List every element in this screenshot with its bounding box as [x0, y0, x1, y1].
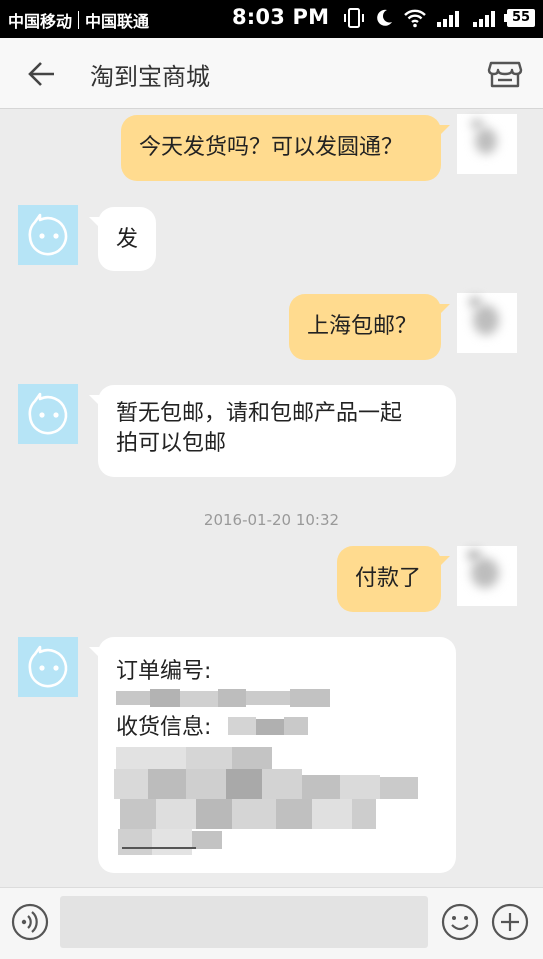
carrier-name-2: 中国联通	[85, 12, 150, 31]
signal-icon	[473, 11, 495, 27]
voice-button[interactable]	[10, 902, 50, 942]
shop-avatar[interactable]	[18, 384, 78, 444]
voice-icon	[11, 903, 49, 941]
chat-message-list[interactable]: 今天发货吗？可以发圆通？ 发 上海包邮？ 暂无包邮，请和包邮产品一起 拍可以包邮…	[0, 109, 543, 887]
status-bar: 中国移动 中国联通 8:03 PM 55	[0, 0, 543, 38]
wifi-icon	[404, 9, 426, 28]
vibrate-icon	[344, 8, 364, 28]
shop-message-bubble[interactable]: 暂无包邮，请和包邮产品一起 拍可以包邮	[89, 385, 456, 477]
carrier-name-1: 中国移动	[8, 12, 73, 31]
chat-bot-face-icon	[28, 392, 68, 435]
signal-icon	[437, 11, 459, 27]
plus-icon	[491, 903, 529, 941]
shipping-info-label: 收货信息:	[116, 715, 212, 740]
message-text: 今天发货吗？可以发圆通？	[139, 135, 404, 160]
my-avatar[interactable]	[457, 114, 517, 174]
my-avatar[interactable]	[457, 293, 517, 353]
chat-bot-face-icon	[28, 213, 68, 256]
my-avatar[interactable]	[457, 546, 517, 606]
more-options-button[interactable]	[490, 902, 530, 942]
message-text: 上海包邮？	[307, 314, 418, 339]
back-arrow-icon	[28, 62, 54, 86]
message-text: 发	[116, 227, 139, 252]
page-title: 淘到宝商城	[90, 63, 210, 91]
message-input[interactable]	[60, 896, 428, 948]
redacted-order-number	[116, 687, 330, 709]
message-text-line: 暂无包邮，请和包邮产品一起	[116, 401, 403, 426]
shop-button[interactable]	[485, 53, 525, 93]
back-button[interactable]	[22, 55, 60, 93]
app-header: 淘到宝商城	[0, 38, 543, 109]
shop-avatar[interactable]	[18, 637, 78, 697]
shop-message-bubble[interactable]: 发	[89, 207, 156, 271]
shop-icon	[487, 61, 523, 88]
message-text: 付款了	[355, 566, 422, 591]
order-info-bubble[interactable]: 订单编号: 收货信息:	[89, 637, 456, 873]
carrier-info: 中国移动 中国联通	[8, 8, 149, 32]
status-icons: 55	[343, 7, 535, 29]
my-message-bubble[interactable]: 上海包邮？	[289, 294, 450, 360]
clock: 8:03 PM	[232, 5, 330, 29]
my-message-bubble[interactable]: 今天发货吗？可以发圆通？	[121, 115, 450, 181]
redacted-recipient-name	[228, 717, 308, 737]
battery-icon: 55	[504, 9, 535, 27]
moon-icon	[377, 9, 392, 26]
carrier-divider	[78, 11, 80, 29]
emoji-icon	[441, 903, 479, 941]
message-timestamp: 2016-01-20 10:32	[203, 511, 340, 529]
redacted-shipping-address	[114, 747, 424, 857]
order-number-label: 订单编号:	[116, 659, 212, 684]
chat-bot-face-icon	[28, 645, 68, 688]
message-text-line: 拍可以包邮	[116, 431, 227, 456]
emoji-button[interactable]	[440, 902, 480, 942]
input-bar	[0, 887, 543, 959]
my-message-bubble[interactable]: 付款了	[337, 546, 450, 612]
shop-avatar[interactable]	[18, 205, 78, 265]
